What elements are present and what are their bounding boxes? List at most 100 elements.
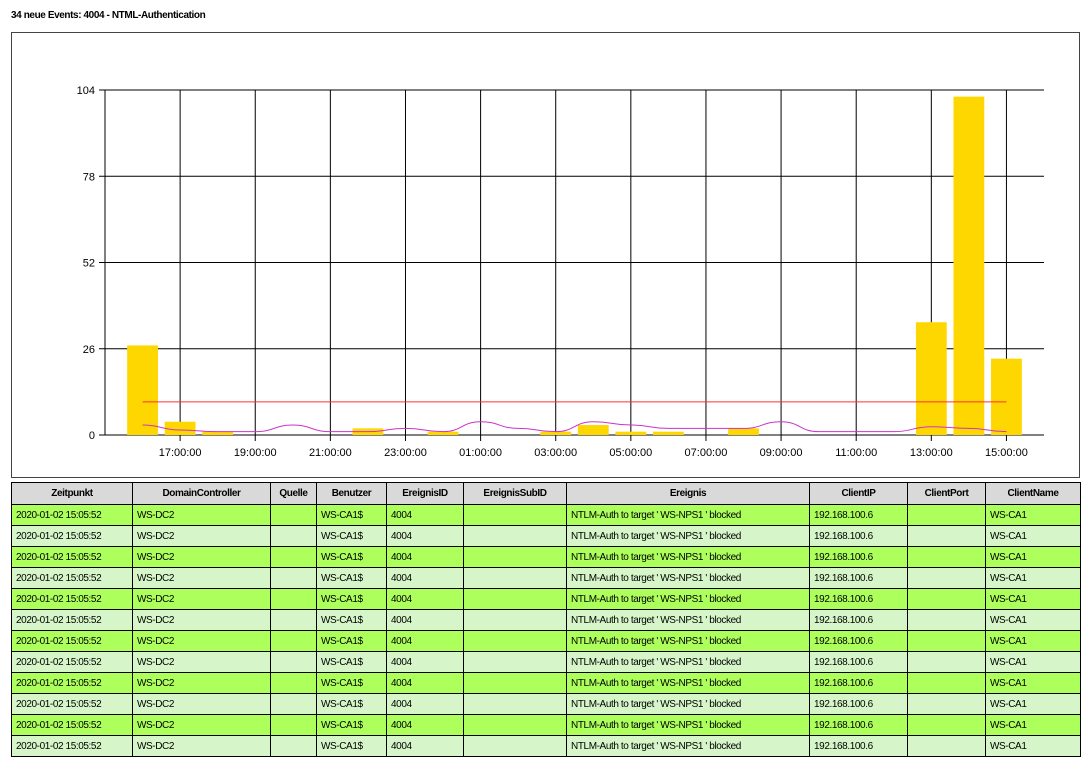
table-cell	[463, 504, 567, 526]
table-cell	[463, 630, 567, 652]
table-cell: 2020-01-02 15:05:52	[11, 651, 133, 673]
table-cell: 4004	[386, 504, 464, 526]
table-cell: WS-CA1	[985, 714, 1081, 736]
table-cell: WS-CA1$	[316, 735, 387, 757]
table-cell	[907, 567, 986, 589]
column-header-clientname[interactable]: ClientName	[985, 482, 1081, 505]
x-tick-label: 03:00:00	[534, 447, 577, 459]
table-cell: WS-CA1	[985, 630, 1081, 652]
table-cell: 2020-01-02 15:05:52	[11, 525, 133, 547]
table-row[interactable]: 2020-01-02 15:05:52 WS-DC2 WS-CA1$ 4004 NTLM…	[11, 672, 1081, 694]
table-row[interactable]: 2020-01-02 15:05:52 WS-DC2 WS-CA1$ 4004 NTLM…	[11, 567, 1081, 589]
table-cell: WS-DC2	[132, 651, 271, 673]
table-cell: WS-DC2	[132, 672, 271, 694]
table-cell: 4004	[386, 588, 464, 610]
table-cell: 4004	[386, 546, 464, 568]
event-chart: 0 26 52 78 104 17:00:00 19:00:00 21:00:00 23:00:…	[11, 32, 1080, 478]
column-header-clientip[interactable]: ClientIP	[809, 482, 908, 505]
table-cell: WS-CA1	[985, 546, 1081, 568]
x-tick-label: 13:00:00	[910, 447, 953, 459]
chart-bar	[615, 431, 647, 435]
x-tick-label: 23:00:00	[384, 447, 427, 459]
y-tick-label: 52	[83, 258, 95, 270]
column-header-ereignisid[interactable]: EreignisID	[386, 482, 464, 505]
table-row[interactable]: 2020-01-02 15:05:52 WS-DC2 WS-CA1$ 4004 NTLM…	[11, 630, 1081, 652]
table-row[interactable]: 2020-01-02 15:05:52 WS-DC2 WS-CA1$ 4004 NTLM…	[11, 735, 1081, 757]
table-cell: WS-CA1$	[316, 546, 387, 568]
table-cell: NTLM-Auth to target ' WS-NPS1 ' blocked	[566, 714, 810, 736]
table-row[interactable]: 2020-01-02 15:05:52 WS-DC2 WS-CA1$ 4004 NTLM…	[11, 609, 1081, 631]
column-header-ereignissubid[interactable]: EreignisSubID	[463, 482, 567, 505]
chart-bar	[915, 322, 947, 435]
table-cell: NTLM-Auth to target ' WS-NPS1 ' blocked	[566, 693, 810, 715]
table-row[interactable]: 2020-01-02 15:05:52 WS-DC2 WS-CA1$ 4004 NTLM…	[11, 714, 1081, 736]
page-title: 34 neue Events: 4004 - NTML-Authenticati…	[11, 10, 206, 21]
column-header-clientport[interactable]: ClientPort	[907, 482, 986, 505]
table-cell: 192.168.100.6	[809, 588, 908, 610]
table-cell: 2020-01-02 15:05:52	[11, 567, 133, 589]
table-cell	[907, 546, 986, 568]
table-cell: WS-CA1$	[316, 714, 387, 736]
table-cell	[270, 588, 317, 610]
table-cell	[270, 609, 317, 631]
table-cell: 2020-01-02 15:05:52	[11, 630, 133, 652]
table-row[interactable]: 2020-01-02 15:05:52 WS-DC2 WS-CA1$ 4004 NTLM…	[11, 588, 1081, 610]
y-tick-label: 0	[89, 430, 95, 442]
x-tick-label: 21:00:00	[309, 447, 352, 459]
table-cell: NTLM-Auth to target ' WS-NPS1 ' blocked	[566, 672, 810, 694]
table-row[interactable]: 2020-01-02 15:05:52 WS-DC2 WS-CA1$ 4004 NTLM…	[11, 546, 1081, 568]
chart-bar	[577, 425, 609, 435]
table-cell: NTLM-Auth to target ' WS-NPS1 ' blocked	[566, 546, 810, 568]
table-cell: WS-DC2	[132, 588, 271, 610]
column-header-ereignis[interactable]: Ereignis	[566, 482, 810, 505]
x-tick-label: 11:00:00	[835, 447, 877, 459]
table-cell	[463, 546, 567, 568]
table-cell: 4004	[386, 693, 464, 715]
event-chart-svg: 0 26 52 78 104 17:00:00 19:00:00 21:00:00 23:00:…	[77, 85, 1044, 459]
y-tick-label: 104	[77, 85, 95, 97]
table-cell: 2020-01-02 15:05:52	[11, 672, 133, 694]
trend-line	[142, 421, 1007, 433]
table-cell	[463, 609, 567, 631]
table-cell	[463, 525, 567, 547]
table-cell: WS-CA1	[985, 567, 1081, 589]
table-row[interactable]: 2020-01-02 15:05:52 WS-DC2 WS-CA1$ 4004 NTLM…	[11, 504, 1081, 526]
table-cell	[270, 630, 317, 652]
table-cell	[907, 735, 986, 757]
table-cell: 192.168.100.6	[809, 609, 908, 631]
table-cell	[463, 735, 567, 757]
table-cell: WS-CA1$	[316, 651, 387, 673]
table-cell: 192.168.100.6	[809, 630, 908, 652]
table-cell: NTLM-Auth to target ' WS-NPS1 ' blocked	[566, 588, 810, 610]
table-header-row: Zeitpunkt DomainController Quelle Benutzer E…	[11, 482, 1081, 505]
table-cell: WS-CA1$	[316, 588, 387, 610]
column-header-zeitpunkt[interactable]: Zeitpunkt	[11, 482, 133, 505]
table-cell: WS-CA1$	[316, 504, 387, 526]
table-cell	[270, 504, 317, 526]
table-cell: WS-CA1$	[316, 525, 387, 547]
table-row[interactable]: 2020-01-02 15:05:52 WS-DC2 WS-CA1$ 4004 NTLM…	[11, 693, 1081, 715]
table-cell	[270, 672, 317, 694]
chart-bar	[991, 358, 1022, 435]
chart-bar	[653, 431, 684, 435]
table-cell: NTLM-Auth to target ' WS-NPS1 ' blocked	[566, 525, 810, 547]
table-cell	[270, 546, 317, 568]
table-cell: NTLM-Auth to target ' WS-NPS1 ' blocked	[566, 504, 810, 526]
table-cell: 4004	[386, 714, 464, 736]
table-cell: 2020-01-02 15:05:52	[11, 588, 133, 610]
table-cell: WS-DC2	[132, 630, 271, 652]
table-row[interactable]: 2020-01-02 15:05:52 WS-DC2 WS-CA1$ 4004 NTLM…	[11, 651, 1081, 673]
table-cell: WS-CA1$	[316, 609, 387, 631]
table-cell: WS-DC2	[132, 504, 271, 526]
x-tick-label: 15:00:00	[985, 447, 1028, 459]
table-row[interactable]: 2020-01-02 15:05:52 WS-DC2 WS-CA1$ 4004 NTLM…	[11, 525, 1081, 547]
table-cell: WS-DC2	[132, 714, 271, 736]
table-cell	[270, 735, 317, 757]
x-tick-label: 09:00:00	[760, 447, 803, 459]
table-cell: 192.168.100.6	[809, 525, 908, 547]
column-header-domaincontroller[interactable]: DomainController	[132, 482, 271, 505]
column-header-benutzer[interactable]: Benutzer	[316, 482, 387, 505]
column-header-quelle[interactable]: Quelle	[270, 482, 317, 505]
table-cell: 2020-01-02 15:05:52	[11, 504, 133, 526]
table-cell: WS-CA1	[985, 693, 1081, 715]
